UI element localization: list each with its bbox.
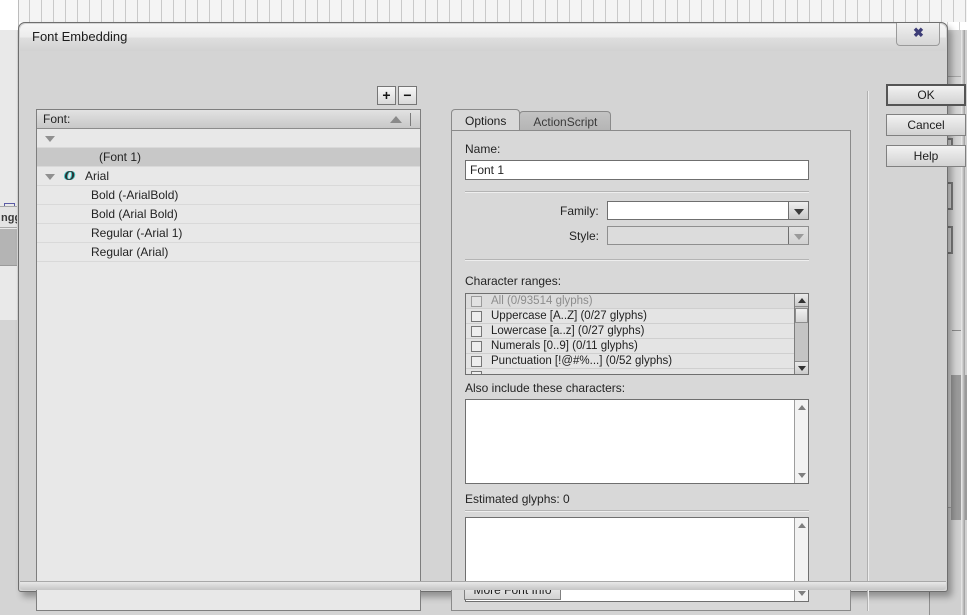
also-include-textarea[interactable] [465, 399, 809, 484]
timeline-frames-strip [18, 0, 967, 22]
font-embedding-dialog: Font Embedding ✖ + − Font: (Font 1) O Ar… [18, 22, 966, 611]
chevron-down-icon [794, 234, 804, 240]
estimated-glyphs-label: Estimated glyphs: 0 [465, 492, 570, 506]
column-resize-handle[interactable] [410, 113, 411, 126]
scroll-down-icon[interactable] [798, 473, 806, 478]
also-include-scrollbar[interactable] [794, 400, 808, 483]
style-dropdown-button[interactable] [788, 227, 808, 244]
options-divider-3 [465, 510, 809, 512]
left-docked-panel [0, 30, 18, 320]
checkbox-icon[interactable] [471, 326, 482, 337]
tab-actionscript[interactable]: ActionScript [519, 111, 612, 131]
chevron-down-icon [794, 209, 804, 215]
dialog-bottom-bar [20, 581, 946, 590]
family-label: Family: [560, 204, 599, 218]
dialog-titlebar[interactable]: Font Embedding ✖ [20, 23, 946, 52]
character-range-row[interactable]: Lowercase [a..z] (0/27 glyphs) [466, 324, 808, 339]
scroll-up-icon[interactable] [798, 405, 806, 410]
options-tabstrip: Options ActionScript [451, 109, 612, 131]
checkbox-icon[interactable] [471, 296, 482, 307]
character-ranges-label: Character ranges: [465, 274, 562, 288]
timeline-layer-gutter [0, 0, 19, 31]
options-divider-1 [465, 191, 809, 193]
add-font-button[interactable]: + [377, 86, 396, 105]
list-item[interactable]: Regular (Arial) [37, 243, 420, 262]
list-item[interactable]: Bold (Arial Bold) [37, 205, 420, 224]
character-range-row[interactable]: Uppercase [A..Z] (0/27 glyphs) [466, 309, 808, 324]
list-item-label: Regular (-Arial 1) [91, 226, 183, 240]
close-button[interactable]: ✖ [896, 23, 940, 46]
list-item[interactable]: Bold (-ArialBold) [37, 186, 420, 205]
sort-ascending-icon[interactable] [390, 116, 402, 123]
list-item[interactable]: (Font 1) [37, 148, 420, 167]
left-panel-content [0, 229, 17, 266]
font-list-toolbar: + − [377, 86, 417, 105]
font-column-label: Font: [43, 112, 71, 126]
dialog-vertical-separator [867, 91, 869, 611]
family-select[interactable] [607, 201, 809, 220]
disclosure-triangle-icon[interactable] [45, 136, 55, 142]
character-range-label: Uppercase [A..Z] (0/27 glyphs) [491, 310, 647, 322]
font-list[interactable]: Font: (Font 1) O Arial Bold (-ArialBold)… [36, 109, 421, 611]
list-item-label: Bold (-ArialBold) [91, 188, 179, 202]
checkbox-icon[interactable] [471, 371, 482, 374]
list-item[interactable]: Regular (-Arial 1) [37, 224, 420, 243]
family-dropdown-button[interactable] [788, 202, 808, 219]
scroll-up-icon[interactable] [795, 294, 808, 307]
character-range-row[interactable] [466, 369, 808, 374]
character-range-label: Lowercase [a..z] (0/27 glyphs) [491, 325, 645, 337]
dialog-title: Font Embedding [32, 29, 128, 44]
character-range-label: Punctuation [!@#%...] (0/52 glyphs) [491, 355, 673, 367]
character-range-label: All (0/93514 glyphs) [491, 295, 593, 307]
name-input[interactable] [465, 160, 809, 180]
character-range-row[interactable]: All (0/93514 glyphs) [466, 294, 808, 309]
scroll-down-icon[interactable] [795, 361, 808, 374]
ok-button[interactable]: OK [886, 84, 966, 106]
character-range-row[interactable]: Numerals [0..9] (0/11 glyphs) [466, 339, 808, 354]
options-panel: Name: Family: Style: Character ranges: [451, 130, 851, 611]
left-panel-tab-label[interactable]: ngg [0, 206, 17, 228]
character-range-row[interactable]: Punctuation [!@#%...] (0/52 glyphs) [466, 354, 808, 369]
scroll-down-icon[interactable] [798, 591, 806, 596]
font-list-empty-area[interactable] [37, 262, 420, 610]
list-item-label: Bold (Arial Bold) [91, 207, 178, 221]
list-item-label: Arial [85, 169, 110, 183]
list-item[interactable] [37, 129, 420, 148]
character-ranges-scrollbar[interactable] [794, 294, 808, 374]
checkbox-icon[interactable] [471, 341, 482, 352]
list-item[interactable]: O Arial [37, 167, 420, 186]
character-ranges-list[interactable]: All (0/93514 glyphs) Uppercase [A..Z] (0… [465, 293, 809, 375]
cancel-button[interactable]: Cancel [886, 114, 966, 136]
font-list-column-header[interactable]: Font: [37, 110, 420, 129]
name-label: Name: [465, 142, 501, 156]
dialog-body: + − Font: (Font 1) O Arial Bold (-ArialB… [20, 51, 966, 611]
scrollbar-thumb[interactable] [795, 308, 808, 323]
style-label: Style: [569, 229, 600, 243]
remove-font-button[interactable]: − [398, 86, 417, 105]
scroll-up-icon[interactable] [798, 523, 806, 528]
list-item-label: (Font 1) [99, 150, 142, 164]
character-range-label: Numerals [0..9] (0/11 glyphs) [491, 340, 638, 352]
list-item-label: Regular (Arial) [91, 245, 169, 259]
options-divider-2 [465, 259, 809, 261]
close-icon: ✖ [913, 25, 924, 40]
disclosure-triangle-icon[interactable] [45, 174, 55, 180]
help-button[interactable]: Help [886, 145, 966, 167]
checkbox-icon[interactable] [471, 356, 482, 367]
also-include-label: Also include these characters: [465, 381, 626, 395]
style-select[interactable] [607, 226, 809, 245]
checkbox-icon[interactable] [471, 311, 482, 322]
tab-options[interactable]: Options [451, 109, 521, 131]
opentype-font-icon: O [64, 169, 75, 184]
